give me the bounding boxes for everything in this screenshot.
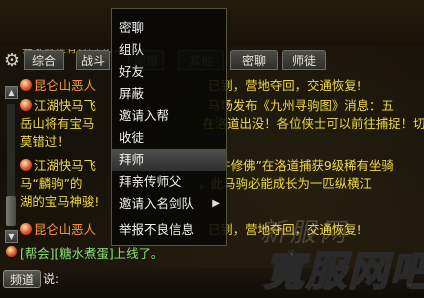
channel-button[interactable]: 频道 (3, 270, 41, 288)
site-logo: 寬服网吧 (263, 249, 424, 295)
menu-item-direct-master[interactable]: 拜亲传师父 (112, 171, 226, 193)
chat-line[interactable]: [帮会][糖水煮蛋]上线了。 (20, 246, 163, 262)
player-context-menu: 密聊 组队 好友 屏蔽 邀请入帮 收徒 拜师 拜亲传师父 邀请入名剑队 ▶ 举报不… (111, 8, 227, 246)
tab-mentor[interactable]: 师徒 (282, 50, 326, 70)
menu-item-invite-guild[interactable]: 邀请入帮 (112, 105, 226, 127)
chat-line[interactable]: 莫错过！ (20, 134, 70, 150)
menu-item-invite-arena-team[interactable]: 邀请入名剑队 ▶ (112, 193, 226, 215)
system-icon (20, 99, 32, 111)
emote-icon[interactable] (6, 246, 17, 257)
tab-private[interactable]: 密聊 (230, 50, 278, 70)
menu-item-take-apprentice[interactable]: 收徒 (112, 127, 226, 149)
say-label: 说: (43, 272, 60, 286)
system-icon (20, 159, 32, 171)
scroll-down-button[interactable]: ▼ (5, 230, 18, 243)
chat-input[interactable] (58, 270, 238, 288)
menu-item-block[interactable]: 屏蔽 (112, 83, 226, 105)
submenu-arrow-icon: ▶ (212, 198, 220, 209)
system-icon (20, 79, 32, 91)
menu-item-party[interactable]: 组队 (112, 39, 226, 61)
system-icon (20, 223, 32, 235)
watermark: 新服网 (258, 218, 355, 248)
game-chat-screen: 要求就是有八门 吊来机既 ⚙ 综合 战斗 常用 其他 密聊 师徒 ▲ ▼ 昆仑山… (0, 0, 424, 298)
chat-line[interactable]: 湖的宝马神骏! (20, 194, 99, 210)
tab-all[interactable]: 综合 (24, 50, 64, 70)
menu-item-whisper[interactable]: 密聊 (112, 17, 226, 39)
menu-item-friend[interactable]: 好友 (112, 61, 226, 83)
scroll-up-button[interactable]: ▲ (5, 86, 18, 99)
menu-item-become-apprentice[interactable]: 拜师 (112, 149, 226, 171)
gear-icon[interactable]: ⚙ (2, 51, 22, 71)
scroll-thumb[interactable] (6, 196, 16, 226)
menu-item-report[interactable]: 举报不良信息 (112, 219, 226, 241)
tab-combat[interactable]: 战斗 (76, 50, 110, 70)
